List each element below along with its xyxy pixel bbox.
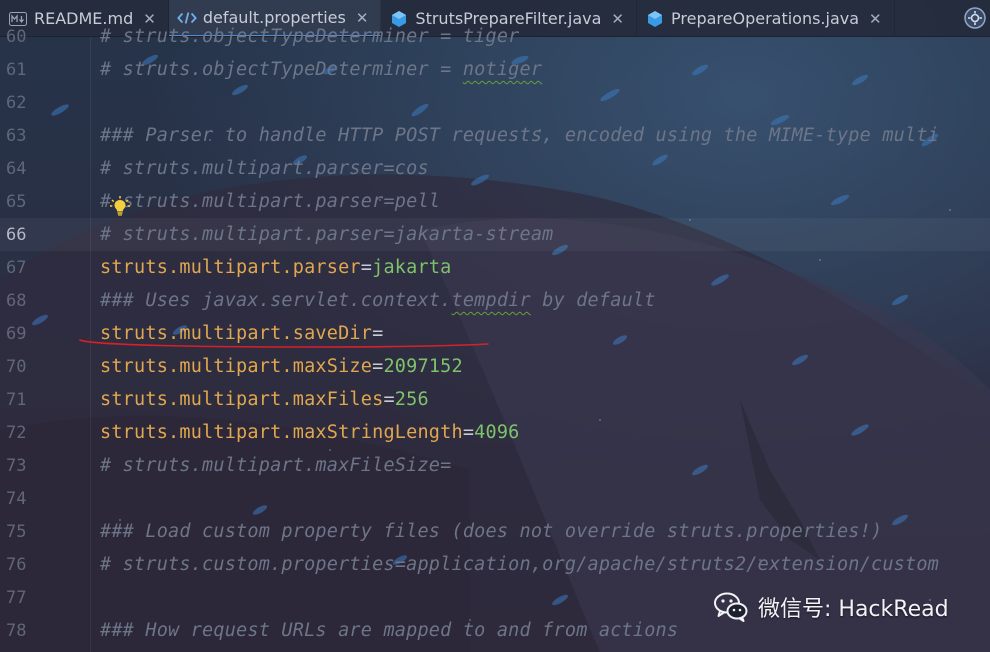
line-number: 67 (6, 257, 27, 278)
code-text: struts.multipart.parser=jakarta (100, 257, 452, 278)
line-number: 74 (6, 488, 27, 509)
code-text: # struts.custom.properties=application,o… (100, 554, 939, 575)
comment-token: # struts.multipart.parser=jakarta-stream (100, 224, 554, 245)
comment-token-spellcheck: tempdir (451, 290, 531, 311)
equals-sign: = (383, 389, 395, 410)
code-line[interactable]: 64 # struts.multipart.parser=cos (0, 152, 990, 185)
wechat-watermark: 微信号: HackRead (714, 590, 949, 624)
comment-token: by default (530, 290, 656, 311)
code-text: # struts.multipart.maxFileSize= (100, 455, 451, 476)
lightbulb-icon[interactable] (109, 195, 131, 217)
line-number: 70 (6, 356, 27, 377)
code-text: struts.multipart.maxSize=2097152 (100, 356, 463, 377)
code-line[interactable]: 69 struts.multipart.saveDir= (0, 317, 990, 350)
line-number: 69 (6, 323, 27, 344)
property-value: jakarta (372, 257, 452, 278)
code-text: # struts.multipart.parser=cos (100, 158, 429, 179)
line-number: 64 (6, 158, 27, 179)
comment-token: ### Parser to handle HTTP POST requests,… (100, 125, 940, 146)
comment-token: # struts.objectTypeDeterminer = (100, 59, 463, 80)
code-text: struts.multipart.maxFiles=256 (100, 389, 429, 410)
property-value: 2097152 (383, 356, 463, 377)
property-key: struts.multipart.maxFiles (100, 389, 384, 410)
line-number: 71 (6, 389, 27, 410)
equals-sign: = (360, 257, 373, 278)
code-line[interactable]: 72 struts.multipart.maxStringLength=4096 (0, 416, 990, 449)
line-number: 61 (6, 59, 27, 80)
equals-sign: = (462, 422, 475, 443)
line-number: 60 (6, 26, 27, 47)
code-text: ### Load custom property files (does not… (100, 521, 882, 542)
code-line[interactable]: 74 (0, 482, 990, 515)
equals-sign: = (372, 356, 384, 377)
code-line[interactable]: 68 ### Uses javax.servlet.context.tempdir… (0, 284, 990, 317)
watermark-text: 微信号: HackRead (758, 597, 949, 622)
line-number: 66 (6, 224, 27, 245)
equals-sign: = (372, 323, 384, 344)
line-number: 63 (6, 125, 27, 146)
property-key: struts.multipart.maxStringLength (100, 422, 463, 443)
comment-token-spellcheck: notiger (462, 59, 543, 80)
code-line[interactable]: 70 struts.multipart.maxSize=2097152 (0, 350, 990, 383)
line-number: 65 (6, 191, 27, 212)
property-value: 4096 (474, 422, 520, 443)
property-key: struts.multipart.parser (100, 257, 361, 278)
wechat-icon (714, 592, 748, 622)
code-text: struts.multipart.maxStringLength=4096 (100, 422, 520, 443)
code-line[interactable]: 61 # struts.objectTypeDeterminer = notige… (0, 53, 990, 86)
comment-token: ### Uses javax.servlet.context. (100, 290, 452, 311)
code-line[interactable]: 63 ### Parser to handle HTTP POST request… (0, 119, 990, 152)
code-line[interactable]: 76 # struts.custom.properties=application… (0, 548, 990, 581)
code-line[interactable]: 60 # struts.objectTypeDeterminer = tiger (0, 20, 990, 53)
code-line[interactable]: 67 struts.multipart.parser=jakarta (0, 251, 990, 284)
code-text: ### How request URLs are mapped to and f… (100, 620, 678, 641)
line-number: 75 (6, 521, 27, 542)
line-number: 73 (6, 455, 27, 476)
comment-token: # struts.multipart.parser=pell (100, 191, 441, 212)
code-line[interactable]: 65 # struts.multipart.parser=pell (0, 185, 990, 218)
comment-token: # struts.multipart.maxFileSize= (100, 455, 452, 476)
line-number: 77 (6, 587, 27, 608)
code-editor[interactable]: 60 # struts.objectTypeDeterminer = tiger 6… (0, 26, 990, 652)
line-number: 76 (6, 554, 27, 575)
code-text: ### Uses javax.servlet.context.tempdir b… (100, 290, 656, 311)
comment-token: ### Load custom property files (does not… (100, 521, 883, 542)
property-value: 256 (394, 389, 429, 410)
property-key: struts.multipart.saveDir (100, 323, 373, 344)
code-text: # struts.objectTypeDeterminer = notiger (100, 59, 542, 80)
code-line[interactable]: 71 struts.multipart.maxFiles=256 (0, 383, 990, 416)
code-line[interactable]: 66 # struts.multipart.parser=jakarta-stre… (0, 218, 990, 251)
line-number: 68 (6, 290, 27, 311)
line-number: 62 (6, 92, 27, 113)
code-line[interactable]: 62 (0, 86, 990, 119)
code-text: # struts.multipart.parser=pell (100, 191, 440, 212)
code-text: # struts.objectTypeDeterminer = tiger (100, 26, 520, 47)
comment-token: # struts.multipart.parser=cos (100, 158, 429, 179)
line-number: 72 (6, 422, 27, 443)
comment-token: # struts.custom.properties=application,o… (100, 554, 940, 575)
code-line[interactable]: 73 # struts.multipart.maxFileSize= (0, 449, 990, 482)
code-text: struts.multipart.saveDir= (100, 323, 383, 344)
comment-token: ### How request URLs are mapped to and f… (100, 620, 679, 641)
line-number: 78 (6, 620, 27, 641)
code-text: # struts.multipart.parser=jakarta-stream (100, 224, 554, 245)
code-line[interactable]: 75 ### Load custom property files (does n… (0, 515, 990, 548)
property-key: struts.multipart.maxSize (100, 356, 373, 377)
code-text: ### Parser to handle HTTP POST requests,… (100, 125, 939, 146)
comment-token: # struts.objectTypeDeterminer = tiger (100, 26, 520, 47)
